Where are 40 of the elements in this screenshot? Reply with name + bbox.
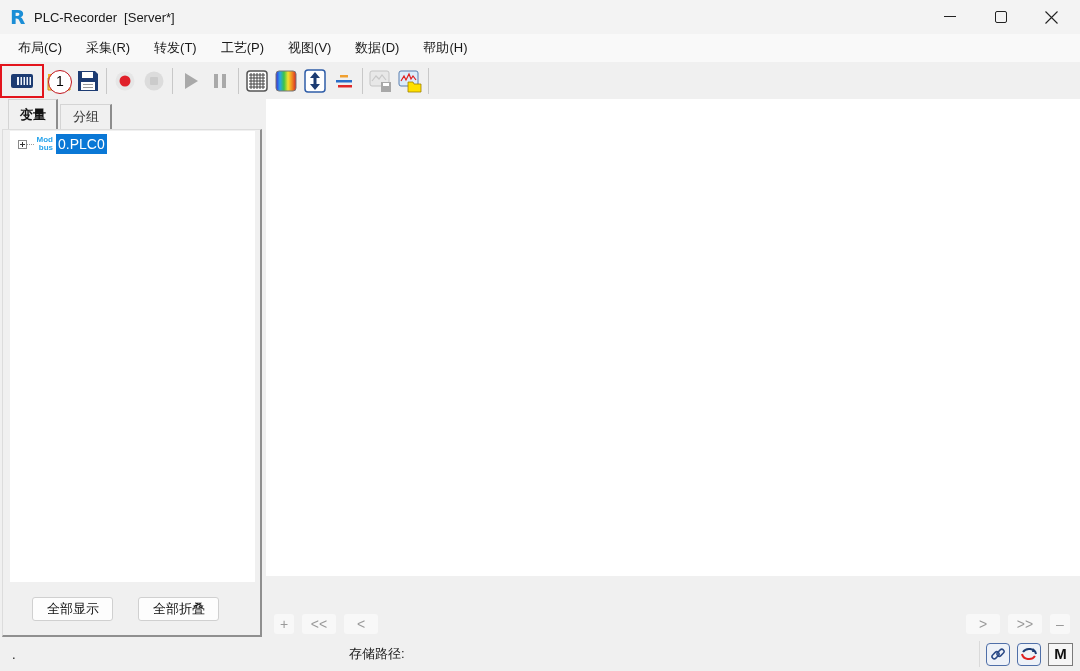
window-title: PLC-Recorder — [34, 9, 118, 25]
menu-item[interactable]: 帮助(H) — [411, 37, 480, 59]
vertical-arrows-icon — [304, 68, 326, 93]
protocol-tag: Mod bus — [34, 136, 53, 152]
panel-button[interactable]: 全部折叠 — [138, 596, 219, 621]
chart-folder-icon — [398, 68, 422, 93]
link-button[interactable] — [986, 642, 1010, 666]
color-spectrum-icon — [275, 69, 297, 92]
pause-icon — [212, 72, 228, 89]
menu-item[interactable]: 采集(R) — [74, 37, 143, 59]
sync-button[interactable] — [1017, 642, 1041, 666]
tab[interactable]: 分组 — [60, 104, 112, 129]
expand-icon[interactable] — [18, 139, 27, 149]
mode-button[interactable]: M — [1048, 642, 1073, 666]
maximize-icon — [994, 11, 1007, 23]
callout-number: 1 — [48, 70, 72, 94]
grid-icon — [246, 69, 268, 92]
menu-item[interactable]: 转发(T) — [142, 37, 209, 59]
status-message: . — [12, 646, 17, 662]
record-icon — [115, 70, 135, 91]
stop-icon — [144, 70, 164, 91]
menu-item[interactable]: 工艺(P) — [208, 37, 277, 59]
minimize-icon — [943, 16, 956, 18]
app-logo: R — [10, 7, 27, 27]
play-icon — [183, 71, 199, 90]
sync-arcs-icon — [1020, 646, 1038, 662]
chart-save-icon — [369, 68, 393, 93]
menu-item[interactable]: 视图(V) — [276, 37, 344, 59]
menu-item[interactable]: 布局(C) — [6, 37, 75, 59]
plc-rack-icon — [10, 71, 34, 90]
tab[interactable]: 变量 — [8, 99, 58, 129]
tree-item[interactable]: 0.PLC0 — [56, 134, 107, 154]
window-subtitle: [Server*] — [124, 9, 175, 25]
menu-item[interactable]: 数据(D) — [343, 37, 412, 59]
toolbar-button[interactable] — [0, 63, 44, 98]
close-icon — [1045, 10, 1058, 24]
storage-path-label: 存储路径: — [349, 645, 405, 663]
panel-button[interactable]: 全部显示 — [32, 596, 113, 621]
save-icon — [77, 69, 99, 92]
chain-link-icon — [990, 646, 1006, 662]
